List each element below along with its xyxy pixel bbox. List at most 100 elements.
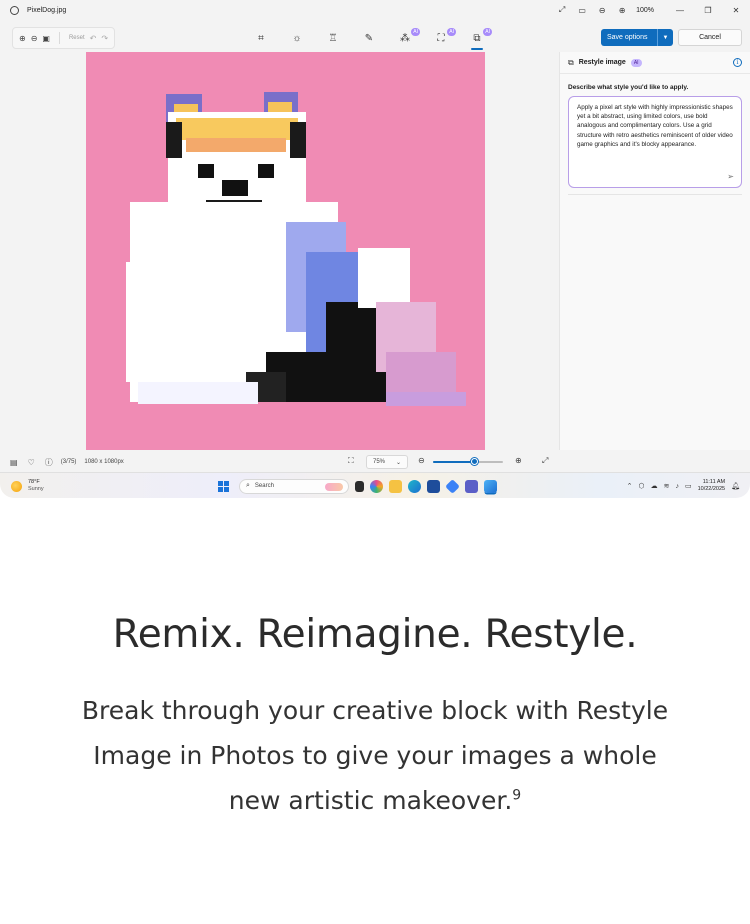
weather-text: 78°F Sunny	[28, 479, 44, 493]
notification-bell-icon[interactable]: 🔔︎	[731, 482, 740, 490]
send-icon[interactable]: ➢	[727, 172, 734, 181]
restyle-panel: ⧉ Restyle image AI i Describe what style…	[559, 52, 750, 450]
zoom-slider-thumb[interactable]	[471, 458, 478, 465]
weather-temperature: 78°F	[28, 479, 40, 485]
adjust-tool[interactable]: ☼	[286, 29, 308, 47]
defender-icon[interactable]: ⬡	[638, 482, 644, 490]
fit-icon[interactable]: ▣	[42, 34, 50, 43]
clock-date: 10/22/2025	[697, 486, 726, 492]
zoom-out-icon[interactable]: ⊖	[418, 456, 425, 465]
ai-badge: AI	[483, 28, 492, 36]
redo-icon[interactable]: ↷	[101, 34, 108, 43]
edge-icon[interactable]	[408, 479, 421, 493]
ai-badge: AI	[630, 58, 642, 67]
wifi-icon[interactable]: ≋	[664, 482, 670, 490]
image-counter: (3/75)	[60, 459, 77, 465]
filter-icon: ♖	[328, 32, 338, 44]
close-button[interactable]: ✕	[722, 6, 750, 15]
ai-badge: AI	[411, 28, 420, 36]
zoom-percentage: 100%	[636, 6, 654, 14]
zoom-in-icon[interactable]: ⊕	[19, 34, 26, 43]
taskbar-search[interactable]: ⌕ Search	[239, 478, 349, 494]
window-title: PixelDog.jpg	[27, 6, 67, 14]
system-tray: ⌃ ⬡ ☁ ≋ ♪ ▭ 11:11 AM 10/22/2025 🔔︎	[627, 477, 740, 495]
crop-tool[interactable]: ⌗	[250, 29, 272, 47]
style-prompt-input[interactable]: Apply a pixel art style with highly impr…	[568, 96, 742, 188]
volume-icon[interactable]: ♪	[675, 483, 679, 490]
task-view-icon[interactable]	[355, 480, 364, 492]
slideshow-icon[interactable]: ▭	[572, 6, 592, 15]
save-options-button[interactable]: Save options ▼	[601, 29, 673, 46]
teams-icon[interactable]	[465, 479, 478, 493]
restyle-icon: ⧉	[568, 57, 574, 67]
pen-icon: ✎	[364, 32, 374, 44]
cloud-icon[interactable]: ☁	[651, 482, 658, 490]
background-tool[interactable]: ⛶ AI	[430, 28, 456, 47]
zoom-out-icon[interactable]: ⊖	[31, 34, 38, 43]
app-icon[interactable]	[445, 478, 460, 494]
taskbar-apps: ⌕ Search	[218, 476, 497, 496]
crop-icon: ⌗	[258, 32, 264, 44]
save-options-label: Save options	[607, 34, 648, 41]
pixel-dog-illustration	[86, 52, 485, 450]
zoom-in-icon[interactable]: ⊕	[612, 6, 632, 15]
battery-icon[interactable]: ▭	[685, 482, 692, 490]
markup-tool[interactable]: ✎	[358, 29, 380, 47]
store-icon[interactable]	[427, 479, 440, 493]
copilot-icon[interactable]	[370, 479, 383, 493]
chevron-up-icon[interactable]: ⌃	[627, 482, 633, 490]
undo-icon[interactable]: ↶	[90, 34, 97, 43]
zoom-out-icon[interactable]: ⊖	[592, 6, 612, 15]
marketing-headline: Remix. Reimagine. Restyle.	[112, 612, 638, 657]
chevron-down-icon[interactable]: ▼	[657, 29, 673, 46]
zoom-slider[interactable]	[433, 458, 503, 465]
heart-icon[interactable]: ♡	[28, 458, 35, 467]
brightness-icon: ☼	[292, 32, 302, 44]
image-dimensions: 1080 x 1080px	[84, 459, 124, 465]
weather-condition: Sunny	[28, 486, 44, 492]
info-icon[interactable]: i	[733, 58, 742, 67]
background-icon: ⛶	[437, 32, 445, 44]
search-icon: ⌕	[246, 482, 250, 489]
info-icon[interactable]: ⓘ	[45, 457, 53, 468]
weather-widget[interactable]: 78°F Sunny	[11, 479, 44, 493]
reset-button[interactable]: Reset	[69, 35, 85, 41]
erase-tool[interactable]: ⁂ AI	[394, 28, 420, 47]
toolbar-divider	[58, 32, 60, 44]
sun-icon	[11, 480, 22, 492]
filter-tool[interactable]: ♖	[322, 29, 344, 47]
edit-tools: ⌗ ☼ ♖ ✎ ⁂ AI ⛶ AI ⧉ AI	[250, 27, 492, 50]
file-explorer-icon[interactable]	[389, 479, 402, 493]
filmstrip-icon[interactable]: ▤	[10, 458, 18, 467]
minimize-button[interactable]: —	[666, 6, 694, 15]
panel-divider	[568, 194, 742, 195]
clock-time: 11:11 AM	[702, 479, 726, 485]
edit-toolbar: ⊕ ⊖ ▣ Reset ↶ ↷ ⌗ ☼ ♖ ✎ ⁂ AI ⛶ AI ⧉ AI	[0, 27, 558, 50]
windows-taskbar: 78°F Sunny ⌕ Search ⌃ ⬡ ☁ ≋ ♪ ▭ 11:11 AM…	[0, 472, 750, 498]
panel-title: Restyle image	[578, 59, 626, 66]
fit-to-window-icon[interactable]: ⛶	[348, 456, 354, 466]
photos-app-icon	[10, 5, 19, 15]
restyled-image-pixel-dog	[86, 52, 485, 450]
zoom-select-value: 75%	[373, 459, 386, 465]
zoom-in-icon[interactable]: ⊕	[515, 456, 522, 465]
prompt-label: Describe what style you'd like to apply.	[568, 84, 689, 91]
photos-taskbar-icon[interactable]	[484, 479, 497, 493]
maximize-button[interactable]: ❐	[694, 6, 722, 15]
image-canvas	[0, 52, 558, 450]
generative-erase-icon: ⁂	[400, 32, 410, 44]
cancel-button[interactable]: Cancel	[678, 29, 742, 46]
start-button[interactable]	[218, 480, 229, 492]
taskbar-clock[interactable]: 11:11 AM 10/22/2025	[698, 479, 726, 493]
search-highlight-icon	[325, 482, 343, 491]
panel-header: ⧉ Restyle image AI i	[560, 52, 750, 74]
photos-app-window: PixelDog.jpg ⤢ ▭ ⊖ ⊕ 100% — ❐ ✕ ⊕ ⊖ ▣ Re…	[0, 0, 750, 472]
marketing-body: Break through your creative block with R…	[75, 688, 675, 823]
expand-icon[interactable]: ⤢	[552, 5, 572, 15]
restyle-tool[interactable]: ⧉ AI	[466, 28, 492, 50]
ai-badge: AI	[447, 28, 456, 36]
expand-icon[interactable]: ⤢	[542, 456, 548, 466]
view-controls: ⊕ ⊖ ▣ Reset ↶ ↷	[12, 27, 116, 49]
zoom-select[interactable]: 75% ⌄	[366, 455, 408, 469]
style-prompt-text[interactable]: Apply a pixel art style with highly impr…	[577, 103, 733, 149]
